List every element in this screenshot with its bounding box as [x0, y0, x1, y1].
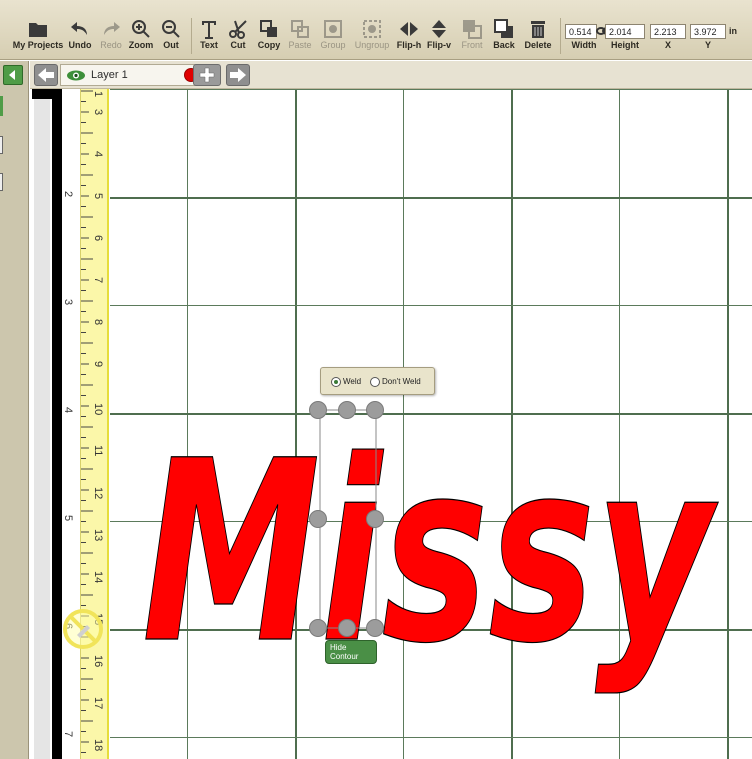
- copy-button[interactable]: Copy: [253, 0, 285, 58]
- flip-v-button[interactable]: Flip-v: [424, 0, 454, 58]
- collapse-panel-button[interactable]: [3, 65, 23, 85]
- ungroup-label: Ungroup: [354, 40, 390, 50]
- back-label: Back: [493, 40, 515, 50]
- flip-vertical-icon: [432, 20, 446, 38]
- ungroup-button[interactable]: Ungroup: [351, 0, 393, 58]
- group-label: Group: [320, 40, 346, 50]
- resize-handle-top-left[interactable]: [309, 401, 327, 419]
- paste-icon: [291, 20, 309, 38]
- resize-handle-bottom-left[interactable]: [309, 619, 327, 637]
- flip-h-label: Flip-h: [396, 40, 422, 50]
- hide-contour-line1: Hide: [330, 643, 347, 652]
- undo-label: Undo: [68, 40, 92, 50]
- resize-handle-top-right[interactable]: [366, 401, 384, 419]
- group-icon: [324, 20, 342, 38]
- text-button[interactable]: Text: [195, 0, 223, 58]
- missy-text: Missy: [142, 407, 718, 698]
- plus-icon: [199, 67, 215, 83]
- flip-v-label: Flip-v: [427, 40, 451, 50]
- width-input[interactable]: [565, 24, 597, 39]
- resize-handle-bottom[interactable]: [338, 619, 356, 637]
- design-canvas[interactable]: 2 3 4 5 6 7 13456789101112131415161718 M…: [30, 89, 752, 759]
- send-back-button[interactable]: Back: [489, 0, 519, 58]
- my-projects-button[interactable]: My Projects: [10, 0, 66, 58]
- text-label: Text: [200, 40, 218, 50]
- bring-front-button[interactable]: Front: [455, 0, 489, 58]
- arrow-left-icon: [38, 68, 54, 82]
- group-button[interactable]: Group: [316, 0, 350, 58]
- missy-text-shape[interactable]: Missy: [30, 89, 752, 759]
- side-tab-indicator[interactable]: [0, 96, 3, 116]
- dont-weld-radio[interactable]: [370, 377, 380, 387]
- cut-button[interactable]: Cut: [224, 0, 252, 58]
- delete-label: Delete: [524, 40, 552, 50]
- add-layer-button[interactable]: [193, 64, 221, 86]
- resize-handle-top[interactable]: [338, 401, 356, 419]
- trash-icon: [531, 21, 545, 38]
- redo-arrow-icon: [104, 22, 120, 35]
- resize-handle-bottom-right[interactable]: [366, 619, 384, 637]
- side-tab-marker[interactable]: [0, 136, 3, 154]
- dont-weld-label: Don't Weld: [382, 377, 421, 386]
- delete-button[interactable]: Delete: [522, 0, 554, 58]
- arrow-right-icon: [230, 68, 246, 82]
- height-input[interactable]: [605, 24, 645, 39]
- paste-button[interactable]: Paste: [285, 0, 315, 58]
- redo-button[interactable]: Redo: [96, 0, 126, 58]
- unit-label: in: [729, 26, 737, 36]
- zoom-in-button[interactable]: Zoom: [126, 0, 156, 58]
- out-label: Out: [163, 40, 179, 50]
- height-label: Height: [611, 40, 639, 50]
- front-label: Front: [461, 40, 483, 50]
- bring-front-icon: [463, 20, 482, 39]
- resize-handle-right[interactable]: [366, 510, 384, 528]
- hide-contour-button[interactable]: Hide Contour: [325, 640, 377, 664]
- my-projects-label: My Projects: [12, 40, 64, 50]
- zoom-label: Zoom: [128, 40, 154, 50]
- width-label: Width: [571, 40, 597, 50]
- cut-label: Cut: [230, 40, 246, 50]
- next-layer-button[interactable]: [226, 64, 250, 86]
- copy-label: Copy: [257, 40, 281, 50]
- zoom-out-button[interactable]: Out: [156, 0, 186, 58]
- side-tab-marker[interactable]: [0, 173, 3, 191]
- previous-layer-button[interactable]: [34, 64, 58, 86]
- main-toolbar: My Projects Undo Redo Zoom Out Text Cut …: [0, 0, 752, 60]
- scissors-icon: [229, 20, 247, 39]
- undo-arrow-icon: [71, 22, 87, 35]
- weld-popup: Weld Don't Weld: [320, 367, 435, 395]
- zoom-in-icon: [132, 20, 150, 38]
- left-side-panel: [0, 61, 29, 759]
- flip-horizontal-icon: [400, 22, 418, 36]
- toolbar-separator: [191, 18, 192, 54]
- weld-radio[interactable]: [331, 377, 341, 387]
- folder-icon: [29, 23, 47, 37]
- layer-name: Layer 1: [91, 69, 128, 81]
- send-back-icon: [494, 19, 513, 38]
- no-cut-icon[interactable]: [62, 608, 104, 650]
- flip-h-button[interactable]: Flip-h: [394, 0, 424, 58]
- toolbar-separator: [560, 18, 561, 54]
- paste-label: Paste: [288, 40, 312, 50]
- y-input[interactable]: [690, 24, 726, 39]
- ungroup-icon: [363, 20, 381, 38]
- resize-handle-left[interactable]: [309, 510, 327, 528]
- text-t-icon: [202, 21, 216, 39]
- y-label: Y: [704, 40, 711, 50]
- x-label: X: [664, 40, 671, 50]
- hide-contour-line2: Contour: [330, 652, 359, 661]
- copy-icon: [260, 20, 277, 37]
- chevron-left-icon: [9, 70, 15, 80]
- undo-button[interactable]: Undo: [66, 0, 94, 58]
- x-input[interactable]: [650, 24, 686, 39]
- eye-icon[interactable]: [66, 69, 86, 82]
- zoom-out-icon: [162, 20, 180, 38]
- layer-bar: Layer 1: [30, 61, 752, 89]
- redo-label: Redo: [100, 40, 122, 50]
- weld-label: Weld: [343, 377, 362, 386]
